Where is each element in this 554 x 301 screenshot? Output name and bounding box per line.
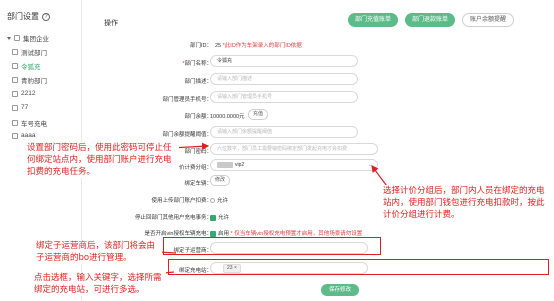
sidebar-item-label: 车号充电 [21, 121, 47, 128]
balance-value: 10000.0000元 [210, 114, 245, 120]
checkbox[interactable] [12, 120, 18, 126]
checkbox-icon[interactable] [210, 230, 216, 237]
sidebar-item-label: 令狐充 [21, 64, 41, 71]
edit-cars-button[interactable]: 修改 [210, 175, 231, 186]
sidebar-item-label: 77 [21, 104, 29, 111]
checkbox-icon[interactable] [210, 214, 216, 221]
dept-desc-input[interactable]: 请输入部门描述 [210, 73, 358, 85]
sidebar-item-label: 集团企业 [23, 36, 49, 43]
dept-name-input[interactable]: 令狐充 [210, 55, 358, 67]
checkbox[interactable] [12, 132, 18, 139]
alert-threshold-input[interactable]: 请输入部门余额提醒阈值 [210, 126, 358, 138]
annotation-password: 设置部门密码后，使用此密码可停止任何绑定站点内，使用部门账户进行充电扣费的充电任… [27, 142, 179, 178]
vin-auth-option[interactable]: 启用 * 仅当车辆vin授权充电预置才启用，其他场景请勿设置 [210, 229, 362, 237]
checkbox[interactable] [12, 49, 18, 55]
sidebar-item-root[interactable]: 集团企业 [7, 33, 49, 43]
sidebar-item-dept[interactable]: 测试部门 [12, 47, 47, 57]
sidebar-item-label: 2212 [21, 90, 36, 97]
annotation-billing: 选择计价分组后，部门内人员在绑定的充电站内，使用部门钱包进行充电扣款时，按此计价… [383, 185, 551, 221]
chevron-down-icon[interactable]: ⌄ [368, 160, 372, 170]
sidebar-item-dept[interactable]: aaaa [12, 132, 35, 139]
recharge-bill-button[interactable]: 部门充值账单 [348, 13, 399, 27]
billing-group-select[interactable]: vip2 ⌄ [210, 159, 378, 171]
sidebar-item-dept-active[interactable]: 令狐充 [12, 61, 41, 71]
sidebar-title: 部门设置 [7, 12, 39, 21]
section-title: 操作 [104, 20, 118, 27]
admin-phone-input[interactable]: 请输入部门管理员手机号 [210, 91, 358, 103]
help-icon[interactable]: ? [42, 12, 50, 21]
refund-bill-button[interactable]: 部门退款账单 [405, 13, 456, 27]
dept-account-deduct-option[interactable]: 允许 [210, 196, 228, 204]
vin-auth-label: 是否开启vin授权车辆充电： [144, 231, 212, 237]
chevron-down-icon[interactable] [7, 36, 11, 40]
dept-desc-label: 部门描述： [184, 79, 212, 85]
radio-icon[interactable] [210, 198, 215, 204]
sidebar-item-dept[interactable]: 2212 [12, 90, 35, 97]
billing-group-value: vip2 [235, 162, 245, 168]
dept-password-input[interactable]: 六位数字，部门员工需要输密码绑定部门发起充电才会扣费 [210, 143, 378, 155]
annotation-operator: 绑定子运营商后，该部门将会由子运营商的bo进行管理。 [36, 240, 162, 264]
checkbox[interactable] [12, 104, 18, 111]
balance-alert-button[interactable]: 账户余额提醒 [462, 13, 515, 27]
sidebar-item-dept[interactable]: 77 [12, 104, 28, 111]
checkbox[interactable] [12, 63, 18, 69]
checkbox[interactable] [12, 90, 18, 97]
stop-charge-label: 停止回部门其他用户充电事务： [134, 215, 212, 221]
sidebar-item-dept[interactable]: 车号充电 [12, 118, 47, 128]
bound-cars-label: 绑定车辆： [184, 181, 212, 187]
balance-label: 部门余额： [184, 114, 212, 120]
sidebar-header: 部门设置 ? [7, 11, 50, 22]
annotation-station: 点击选框，输入关键字，选择所需绑定的充电站，可进行多选。 [34, 272, 166, 296]
sub-operator-highlight [163, 237, 381, 255]
dept-id-row: 25 *此ID作为车架录入的部门ID依据 [215, 41, 302, 49]
dept-id-note: *此ID作为车架录入的部门ID依据 [222, 43, 302, 49]
dept-id-value: 25 [215, 43, 222, 49]
checkbox[interactable] [14, 35, 20, 41]
admin-phone-label: 部门管理员手机号： [162, 97, 212, 103]
sidebar-item-label: 测试部门 [21, 50, 47, 57]
alert-threshold-label: 部门余额提醒阈值： [162, 132, 212, 138]
dept-name-label: *部门名称： [182, 61, 212, 67]
recharge-button[interactable]: 充值 [248, 109, 269, 120]
stop-charge-option[interactable]: 允许 [210, 213, 229, 221]
dept-id-label: 部门ID： [189, 43, 212, 49]
sidebar-item-dept[interactable]: 青豹部门 [12, 75, 47, 85]
sidebar-item-label: 青豹部门 [21, 78, 47, 85]
station-highlight [168, 259, 549, 275]
redacted-text [217, 161, 233, 168]
checkbox[interactable] [12, 77, 18, 83]
sidebar-item-label: aaaa [21, 132, 36, 139]
dept-account-deduct-label: 使用上传部门账户扣费： [151, 198, 212, 204]
save-changes-button[interactable]: 保存修改 [321, 284, 360, 296]
